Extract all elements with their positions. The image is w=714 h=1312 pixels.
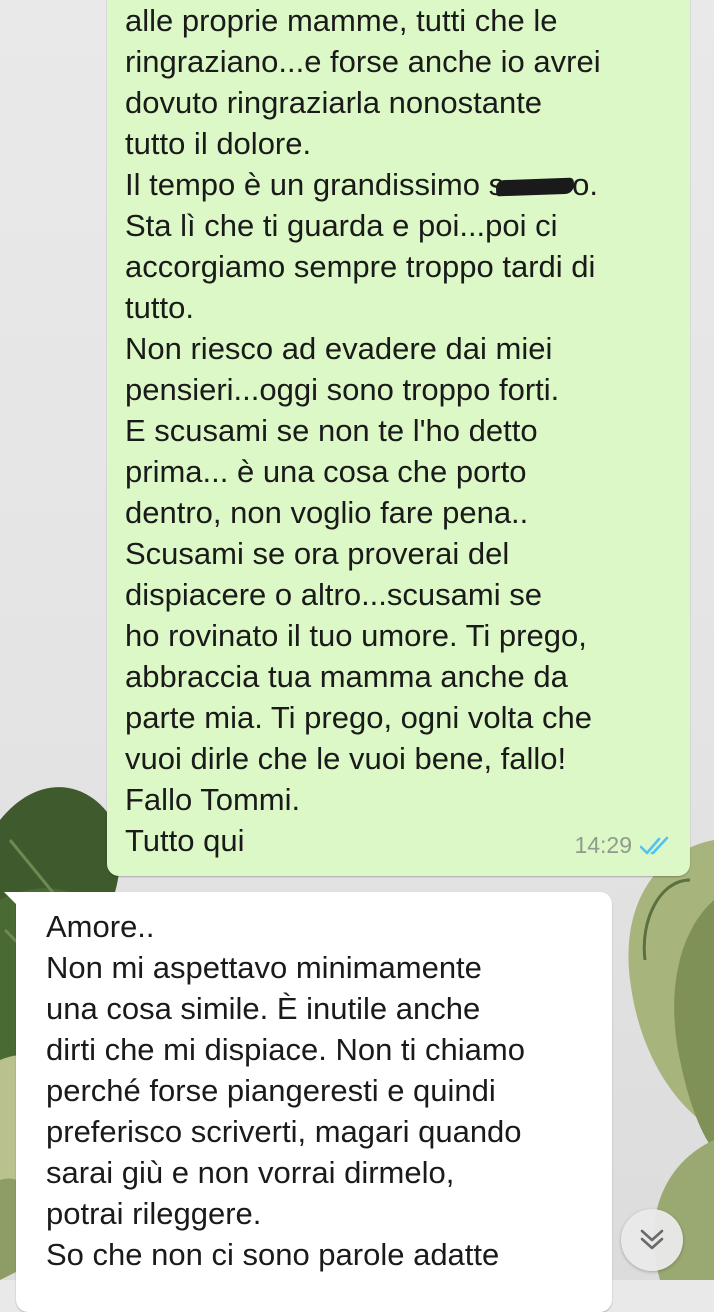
message-line: prima... è una cosa che porto: [125, 454, 527, 489]
scroll-to-bottom-button[interactable]: [621, 1209, 683, 1271]
message-line: dispiacere o altro...scusami se: [125, 577, 542, 612]
message-line: Non mi aspettavo minimamente: [46, 950, 482, 985]
message-line: preferisco scriverti, magari quando: [46, 1114, 522, 1149]
message-line: sarai giù e non vorrai dirmelo,: [46, 1155, 455, 1190]
message-line: pensieri...oggi sono troppo forti.: [125, 372, 560, 407]
message-line-redacted: Il tempo è un grandissimo s o.: [125, 164, 670, 205]
message-line: una cosa simile. È inutile anche: [46, 991, 481, 1026]
message-line: tutto il dolore.: [125, 126, 312, 161]
message-line: parte mia. Ti prego, ogni volta che: [125, 700, 592, 735]
message-line: Non riesco ad evadere dai miei: [125, 331, 553, 366]
message-line: perché forse piangeresti e quindi: [46, 1073, 496, 1108]
message-line: Scusami se ora proverai del: [125, 536, 510, 571]
message-line: E scusami se non te l'ho detto: [125, 413, 538, 448]
message-line: alle proprie mamme, tutti che le: [125, 3, 558, 38]
message-line: So che non ci sono parole adatte: [46, 1237, 500, 1272]
message-line: Sta lì che ti guarda e poi...poi ci: [125, 208, 558, 243]
message-line: abbraccia tua mamma anche da: [125, 659, 568, 694]
double-chevron-down-icon: [640, 1229, 664, 1250]
redaction-scribble: [495, 177, 575, 197]
message-line: vuoi dirle che le vuoi bene, fallo!: [125, 741, 567, 776]
double-check-read-icon: [640, 836, 669, 854]
message-text-tail: o.: [572, 167, 598, 202]
message-line: dentro, non voglio fare pena..: [125, 495, 529, 530]
message-text: Il tempo è un grandissimo s: [125, 167, 505, 202]
message-meta: 14:29: [574, 825, 674, 866]
message-line: dovuto ringraziarla nonostante: [125, 85, 543, 120]
message-line: potrai rileggere.: [46, 1196, 262, 1231]
incoming-message-bubble[interactable]: Amore.. Non mi aspettavo minimamente una…: [4, 892, 612, 1312]
message-timestamp: 14:29: [574, 832, 632, 858]
message-line: dirti che mi dispiace. Non ti chiamo: [46, 1032, 525, 1067]
message-line: Fallo Tommi.: [125, 782, 301, 817]
message-line: accorgiamo sempre troppo tardi di: [125, 249, 596, 284]
message-line: Amore..: [46, 909, 155, 944]
message-line: ringraziano...e forse anche io avrei: [125, 44, 601, 79]
message-line: ho rovinato il tuo umore. Ti prego,: [125, 618, 587, 653]
outgoing-message-bubble[interactable]: alle proprie mamme, tutti che le ringraz…: [107, 0, 690, 876]
message-line: tutto.: [125, 290, 194, 325]
